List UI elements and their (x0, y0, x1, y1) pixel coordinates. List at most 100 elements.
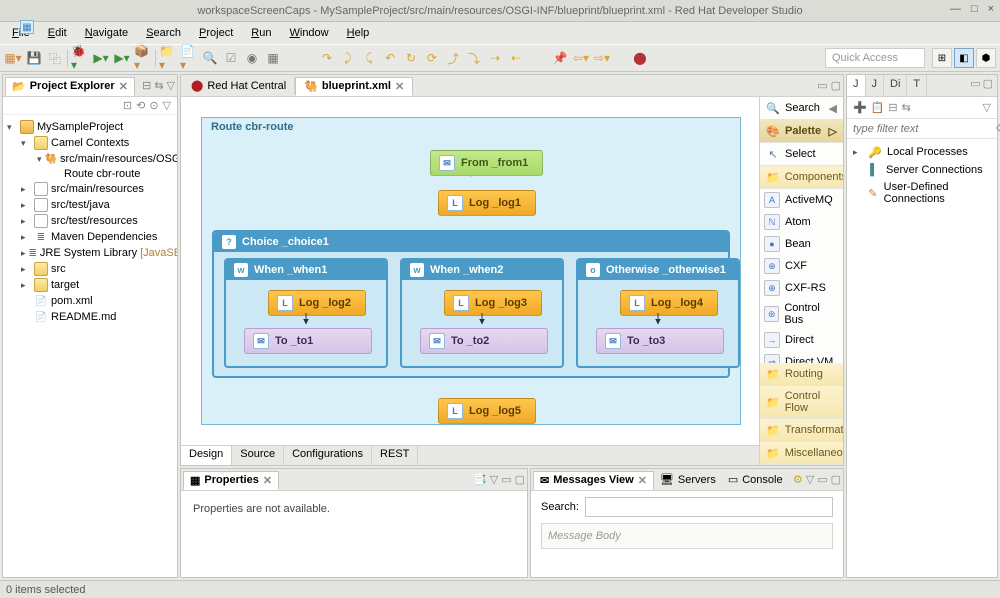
props-menu-icon[interactable]: ▽ (490, 473, 498, 486)
debug-icon[interactable]: 🐞▾ (71, 49, 89, 67)
node-log2[interactable]: LLog _log2 (268, 290, 366, 316)
servers-tab[interactable]: 🖥 Servers (654, 471, 722, 488)
minimize-icon[interactable]: — (950, 3, 961, 15)
design-canvas[interactable]: Route cbr-route ✉From _from1 LLog _log1 (181, 97, 759, 445)
tab-rest[interactable]: REST (372, 446, 418, 465)
tree-pom[interactable]: 📄pom.xml (3, 293, 177, 309)
tree-src-main[interactable]: ▸src/main/resources (3, 181, 177, 197)
runext-icon[interactable]: ▶▾ (113, 49, 131, 67)
frame-choice[interactable]: ?Choice _choice1 wWhen _when1 LLog _log2… (212, 230, 730, 378)
frame-when2[interactable]: wWhen _when2 LLog _log3 ✉To _to2 (400, 258, 564, 368)
tree-target[interactable]: ▸target (3, 277, 177, 293)
filter-icon[interactable]: ⊡ (123, 99, 132, 112)
editor-max-icon[interactable]: ▢ (831, 79, 841, 92)
menu-navigate[interactable]: Navigate (77, 25, 136, 41)
tab-config[interactable]: Configurations (284, 446, 372, 465)
tree-maven-deps[interactable]: ▸≣Maven Dependencies (3, 229, 177, 245)
node-log5[interactable]: LLog _log5 (438, 398, 536, 424)
r-new-icon[interactable]: ➕ (853, 101, 867, 114)
tree-camel-contexts[interactable]: ▾Camel Contexts (3, 135, 177, 151)
tab-blueprint[interactable]: 🐫blueprint.xml ✕ (295, 77, 413, 96)
editor-min-icon[interactable]: ▭ (817, 79, 827, 92)
props-max-icon[interactable]: ▢ (515, 473, 525, 486)
menu-project[interactable]: Project (191, 25, 241, 41)
collapse-all-icon[interactable]: ⊟ (142, 79, 151, 92)
msg-search-input[interactable] (585, 497, 833, 517)
pal-controlbus[interactable]: ⊛Control Bus (760, 299, 843, 329)
node-to1[interactable]: ✉To _to1 (244, 328, 372, 354)
search-tb-icon[interactable]: 🔍 (201, 49, 219, 67)
rtab-t[interactable]: T (907, 75, 927, 96)
tab-redhat-central[interactable]: ⬤Red Hat Central (183, 77, 295, 94)
step6-icon[interactable]: ⟳ (423, 49, 441, 67)
sync-icon[interactable]: ⟲ (136, 99, 145, 112)
menu2-icon[interactable]: ▽ (163, 99, 171, 112)
menu-search[interactable]: Search (138, 25, 189, 41)
node-log3[interactable]: LLog _log3 (444, 290, 542, 316)
palette-routing[interactable]: 📁Routing (760, 363, 843, 386)
r-link-icon[interactable]: ⇆ (902, 101, 911, 114)
redhat-icon[interactable]: ⬤ (631, 49, 649, 67)
tree-readme[interactable]: 📄README.md (3, 309, 177, 325)
rtab-j2[interactable]: J (866, 75, 885, 96)
step4-icon[interactable]: ↶ (381, 49, 399, 67)
view-menu-icon[interactable]: ▽ (167, 79, 175, 92)
step-icon[interactable]: ↷ (318, 49, 336, 67)
pin-icon[interactable]: 📌 (551, 49, 569, 67)
pal-bean[interactable]: ●Bean (760, 233, 843, 255)
tab-source[interactable]: Source (232, 446, 284, 465)
tree-project[interactable]: ▾MySampleProject (3, 119, 177, 135)
palette-header[interactable]: 🎨Palette▷ (760, 120, 843, 143)
perspective-jboss[interactable]: ⬢ (976, 48, 996, 68)
palette-select[interactable]: ↖Select (760, 143, 843, 166)
rtab-di[interactable]: Di (884, 75, 907, 96)
close-icon[interactable]: × (988, 3, 994, 15)
perspective-fuse[interactable]: ◧ (954, 48, 974, 68)
newfile-icon[interactable]: 📄▾ (180, 49, 198, 67)
link-editor-icon[interactable]: ⇆ (154, 79, 163, 92)
back-icon[interactable]: ⇦▾ (572, 49, 590, 67)
console-tab[interactable]: ▭ Console (722, 471, 789, 488)
msg-config-icon[interactable]: ⚙ (793, 473, 803, 486)
node-log1[interactable]: LLog _log1 (438, 190, 536, 216)
rtab-j1[interactable]: J (847, 75, 866, 96)
pal-activemq[interactable]: AActiveMQ (760, 189, 843, 211)
node-from[interactable]: ✉From _from1 (430, 150, 543, 176)
r-min-icon[interactable]: ▭ (970, 77, 980, 94)
node-to2[interactable]: ✉To _to2 (420, 328, 548, 354)
frame-otherwise[interactable]: oOtherwise _otherwise1 LLog _log4 ✉To _t… (576, 258, 740, 368)
menu-help[interactable]: Help (339, 25, 378, 41)
palette-search[interactable]: 🔍Search◀ (760, 97, 843, 120)
pal-cxfrs[interactable]: ⊕CXF-RS (760, 277, 843, 299)
newproj-icon[interactable]: 📁▾ (159, 49, 177, 67)
tree-src-test-res[interactable]: ▸src/test/resources (3, 213, 177, 229)
step9-icon[interactable]: ⇢ (486, 49, 504, 67)
tree-camel-file[interactable]: ▾🐫src/main/resources/OSGI-IN (3, 151, 177, 167)
tree-src[interactable]: ▸src (3, 261, 177, 277)
jmx-user-conn[interactable]: ✎User-Defined Connections (851, 179, 993, 207)
menu-edit[interactable]: Edit (40, 25, 75, 41)
jmx-server-conn[interactable]: ▌Server Connections (851, 161, 993, 179)
run-icon[interactable]: ▶▾ (92, 49, 110, 67)
step3-icon[interactable]: ⤹ (360, 49, 378, 67)
step10-icon[interactable]: ⇠ (507, 49, 525, 67)
msg-menu-icon[interactable]: ▽ (806, 473, 814, 486)
menu-window[interactable]: Window (281, 25, 336, 41)
palette-transformation[interactable]: 📁Transformation (760, 419, 843, 442)
msg-min-icon[interactable]: ▭ (817, 473, 827, 486)
ext-icon[interactable]: ◉ (243, 49, 261, 67)
save-icon[interactable]: 💾 (25, 49, 43, 67)
pal-directvm[interactable]: ⇒Direct VM (760, 351, 843, 363)
palette-components[interactable]: 📁Components⚬ (760, 166, 843, 189)
clear-filter-icon[interactable]: ⌫ (996, 122, 1000, 135)
properties-tab[interactable]: ▦ Properties ✕ (183, 471, 279, 490)
filter-input[interactable] (853, 122, 996, 135)
step8-icon[interactable]: ⤵ (465, 49, 483, 67)
focus-icon[interactable]: ⊙ (149, 99, 158, 112)
quick-access[interactable]: Quick Access (825, 48, 925, 68)
saveall-icon[interactable]: ⿻ (46, 49, 64, 67)
step2-icon[interactable]: ⤸ (339, 49, 357, 67)
task-icon[interactable]: ☑ (222, 49, 240, 67)
palette-controlflow[interactable]: 📁Control Flow (760, 386, 843, 419)
pal-cxf[interactable]: ⊕CXF (760, 255, 843, 277)
